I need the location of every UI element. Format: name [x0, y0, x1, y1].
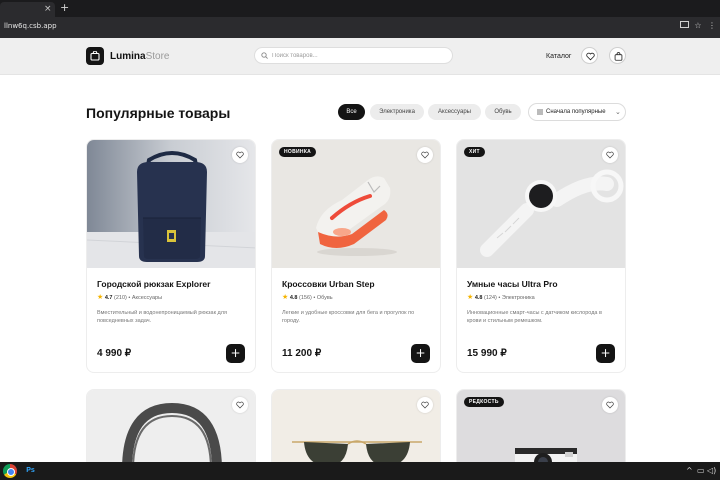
add-to-cart-button[interactable]: + [411, 344, 430, 363]
product-image-backpack[interactable] [87, 140, 255, 268]
volume-icon[interactable]: ◁) [707, 465, 716, 477]
favorite-button[interactable] [232, 147, 248, 163]
catalog-link[interactable]: Каталог [546, 53, 571, 60]
product-card[interactable]: Городской рюкзак Explorer ★ 4.7 (210) • … [86, 139, 256, 373]
filter-electronics[interactable]: Электроника [370, 104, 424, 120]
product-description: Легкие и удобные кроссовки для бега и пр… [282, 310, 415, 324]
filter-all[interactable]: Все [338, 104, 365, 120]
favorites-button[interactable] [581, 47, 598, 64]
product-rating: ★ 4.7 (210) • Аксессуары [97, 293, 163, 301]
filter-shoes[interactable]: Обувь [485, 104, 521, 120]
product-image-headphones[interactable] [87, 390, 255, 468]
address-bar: llnw6q.csb.app ☆ ⋮ [0, 17, 720, 38]
product-price: 11 200 ₽ [282, 348, 322, 359]
product-rating: ★ 4.8 (156) • Обувь [282, 293, 333, 301]
logo-icon[interactable] [86, 47, 104, 65]
heart-icon [606, 401, 614, 409]
site-header: LuminaStore Каталог [0, 38, 720, 75]
sort-icon [537, 109, 543, 115]
product-image-smartwatch[interactable] [457, 140, 625, 268]
product-title[interactable]: Городской рюкзак Explorer [97, 279, 210, 289]
sort-label: Сначала популярные [546, 109, 606, 115]
tray-chevron-icon[interactable]: ^ [686, 465, 693, 477]
product-badge: НОВИНКА [279, 147, 317, 157]
favorite-button[interactable] [232, 397, 248, 413]
product-card[interactable] [86, 389, 256, 469]
bookmark-star-icon[interactable]: ☆ [693, 21, 703, 31]
close-tab-icon[interactable]: × [44, 4, 52, 14]
heart-icon [606, 151, 614, 159]
page-title: Популярные товары [86, 105, 231, 121]
product-title[interactable]: Умные часы Ultra Pro [467, 279, 558, 289]
cart-button[interactable] [609, 47, 626, 64]
browser-tab[interactable]: × [0, 2, 55, 17]
url-text[interactable]: llnw6q.csb.app [4, 22, 57, 30]
product-badge: РЕДКОСТЬ [464, 397, 504, 407]
product-title[interactable]: Кроссовки Urban Step [282, 279, 375, 289]
search-icon [261, 52, 268, 59]
cast-icon[interactable] [679, 21, 689, 31]
product-rating: ★ 4.8 (124) • Электроника [467, 293, 535, 301]
product-price: 4 990 ₽ [97, 348, 132, 359]
menu-dots-icon[interactable]: ⋮ [707, 21, 717, 31]
filter-accessories[interactable]: Аксессуары [428, 104, 481, 120]
heart-icon [586, 52, 595, 61]
browser-tab-bar: × + [0, 0, 720, 17]
heart-icon [421, 151, 429, 159]
add-to-cart-button[interactable]: + [596, 344, 615, 363]
chevron-down-icon: ⌄ [615, 108, 621, 116]
taskbar: Ps ^ ▭ ◁) [0, 462, 720, 480]
star-icon: ★ [97, 293, 104, 301]
new-tab-icon[interactable]: + [60, 2, 69, 14]
star-icon: ★ [467, 293, 474, 301]
product-price: 15 990 ₽ [467, 348, 507, 359]
photoshop-icon[interactable]: Ps [24, 465, 37, 477]
favorite-button[interactable] [417, 397, 433, 413]
product-card[interactable]: ХИТ Умные часы Ultra Pro ★ 4.8 (124) • Э… [456, 139, 626, 373]
heart-icon [236, 401, 244, 409]
star-icon: ★ [282, 293, 289, 301]
heart-icon [236, 151, 244, 159]
product-badge: ХИТ [464, 147, 485, 157]
product-card[interactable]: РЕДКОСТЬ [456, 389, 626, 469]
heart-icon [421, 401, 429, 409]
logo-text[interactable]: LuminaStore [110, 51, 169, 62]
favorite-button[interactable] [602, 397, 618, 413]
search-box [254, 47, 453, 64]
product-image-sneaker[interactable] [272, 140, 440, 268]
search-input[interactable] [272, 50, 442, 61]
bag-icon [614, 52, 623, 61]
product-card[interactable]: НОВИНКА Кроссовки Urban Step ★ 4.8 (156)… [271, 139, 441, 373]
product-image-sunglasses[interactable] [272, 390, 440, 468]
product-description: Вместительный и водонепроницаемый рюкзак… [97, 310, 227, 324]
chrome-icon[interactable] [3, 464, 17, 478]
monitor-icon[interactable]: ▭ [697, 465, 705, 477]
product-card[interactable] [271, 389, 441, 469]
product-description: Инновационные смарт-часы с датчиком кисл… [467, 310, 602, 324]
favorite-button[interactable] [417, 147, 433, 163]
add-to-cart-button[interactable]: + [226, 344, 245, 363]
favorite-button[interactable] [602, 147, 618, 163]
sort-dropdown[interactable]: Сначала популярные ⌄ [528, 103, 626, 121]
